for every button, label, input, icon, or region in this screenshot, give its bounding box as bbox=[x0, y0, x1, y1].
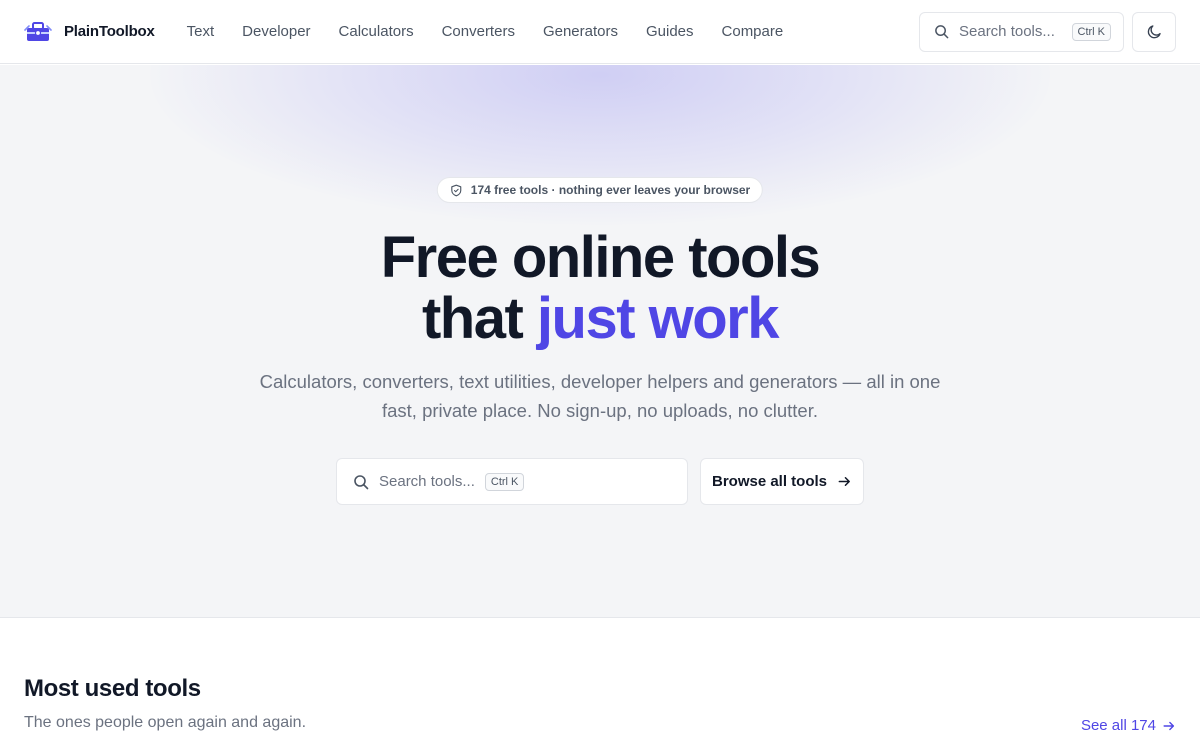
see-all-label: See all 174 bbox=[1080, 717, 1156, 734]
nav-guides[interactable]: Guides bbox=[632, 17, 708, 46]
browse-button-label: Browse all tools bbox=[711, 473, 828, 490]
see-all-link[interactable]: See all 174 bbox=[1081, 717, 1176, 734]
most-used-subtitle: The ones people open again and again. bbox=[24, 714, 307, 731]
nav-generators[interactable]: Generators bbox=[529, 17, 632, 46]
headline-line1: Free online tools bbox=[380, 225, 821, 290]
site-header: PlainToolbox Text Developer Calculators … bbox=[0, 0, 1200, 64]
header-actions: Search tools... Ctrl K bbox=[919, 11, 1176, 52]
hero-search-input[interactable]: Search tools... Ctrl K bbox=[336, 458, 688, 505]
nav-text[interactable]: Text bbox=[173, 17, 229, 46]
hero-headline: Free online tools that just work bbox=[0, 227, 1200, 349]
theme-toggle-button[interactable] bbox=[1132, 11, 1176, 52]
arrow-right-icon bbox=[1163, 721, 1175, 730]
nav-compare[interactable]: Compare bbox=[708, 17, 798, 46]
headline-line2-prefix: that bbox=[421, 286, 537, 351]
toolbox-logo-icon bbox=[24, 21, 52, 41]
most-used-title: Most used tools bbox=[24, 675, 201, 702]
header-search-button[interactable]: Search tools... Ctrl K bbox=[919, 11, 1124, 52]
logo-link[interactable]: PlainToolbox bbox=[24, 21, 155, 43]
hero-subtitle: Calculators, converters, text utilities,… bbox=[259, 371, 941, 421]
nav-converters[interactable]: Converters bbox=[428, 17, 529, 46]
shield-icon bbox=[451, 184, 462, 196]
browse-all-tools-button[interactable]: Browse all tools bbox=[700, 458, 864, 505]
hero-search-shortcut: Ctrl K bbox=[484, 472, 525, 491]
tools-count-badge: 174 free tools · nothing ever leaves you… bbox=[436, 177, 764, 203]
hero-search-placeholder: Search tools... bbox=[379, 473, 475, 490]
nav-developer[interactable]: Developer bbox=[228, 17, 324, 46]
header-search-placeholder: Search tools... bbox=[959, 23, 1055, 40]
nav-calculators[interactable]: Calculators bbox=[325, 17, 428, 46]
badge-text: 174 free tools · nothing ever leaves you… bbox=[470, 183, 751, 197]
brand-name: PlainToolbox bbox=[64, 23, 155, 40]
main-nav: Text Developer Calculators Converters Ge… bbox=[173, 17, 798, 46]
search-icon bbox=[354, 474, 369, 489]
header-search-shortcut: Ctrl K bbox=[1071, 22, 1111, 41]
headline-accent: just work bbox=[536, 286, 780, 351]
arrow-right-icon bbox=[838, 477, 850, 486]
moon-icon bbox=[1147, 25, 1161, 39]
search-icon bbox=[935, 25, 949, 39]
hero-section: 174 free tools · nothing ever leaves you… bbox=[0, 65, 1200, 618]
